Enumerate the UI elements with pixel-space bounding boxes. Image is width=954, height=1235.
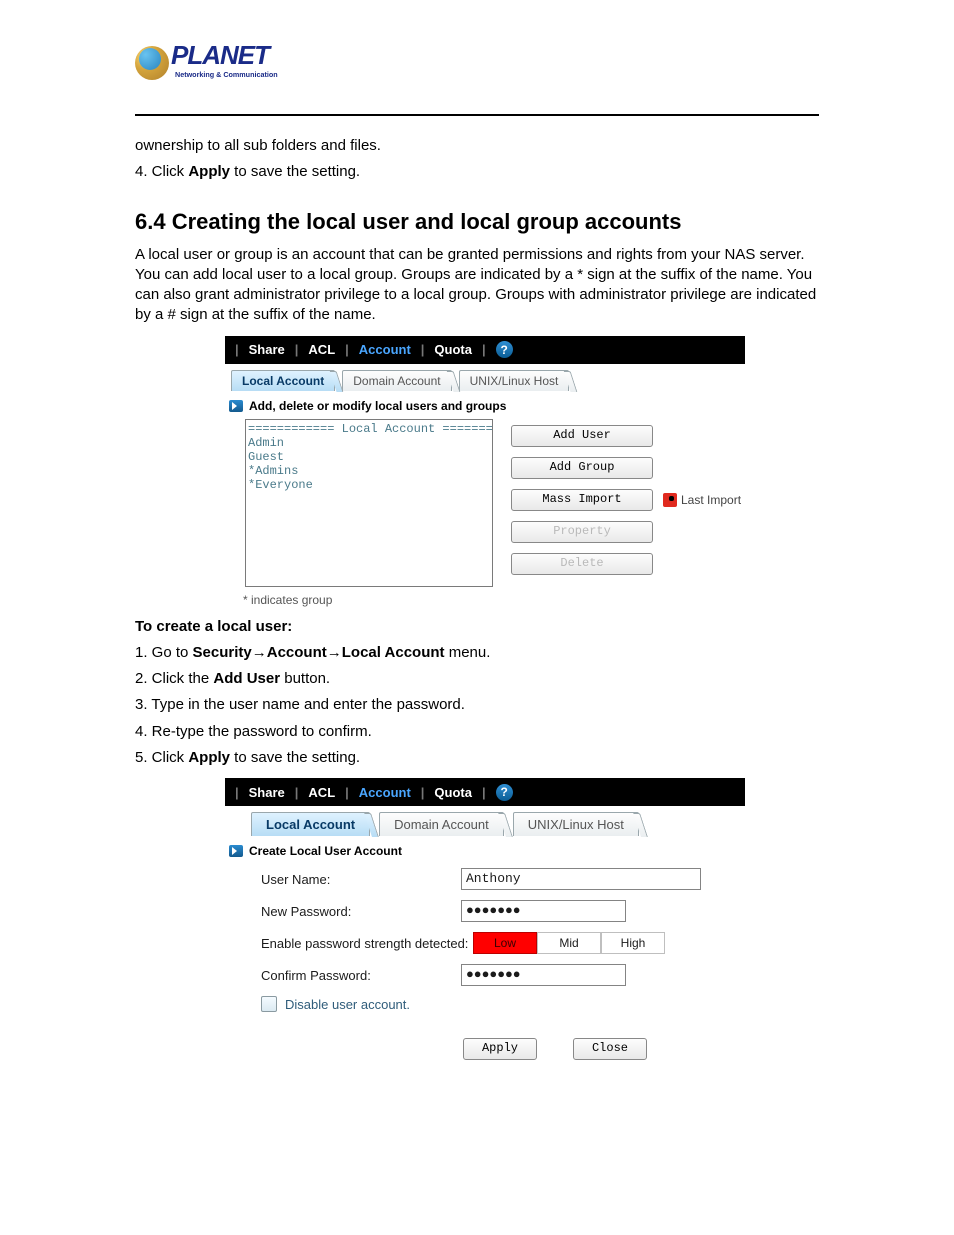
text: to save the setting. <box>230 163 360 180</box>
globe-icon <box>135 46 169 80</box>
step-3: 3. Type in the user name and enter the p… <box>135 695 819 715</box>
disable-user-label: Disable user account. <box>285 997 410 1012</box>
tab-local-account[interactable]: Local Account <box>251 812 370 836</box>
user-name-input[interactable]: Anthony <box>461 868 701 890</box>
topbar: | Share | ACL | Account | Quota | ? <box>225 336 745 364</box>
tab-acl[interactable]: ACL <box>300 342 343 357</box>
help-icon[interactable]: ? <box>496 341 513 358</box>
footnote: * indicates group <box>243 593 745 607</box>
text: to save the setting. <box>230 749 360 766</box>
tab-share[interactable]: Share <box>241 342 293 357</box>
sub-tabs: Local Account Domain Account UNIX/Linux … <box>251 812 745 836</box>
paragraph-ownership: ownership to all sub folders and files. <box>135 136 819 156</box>
arrow-icon <box>229 400 243 412</box>
new-password-input[interactable]: ●●●●●●● <box>461 900 626 922</box>
user-name-label: User Name: <box>261 872 461 887</box>
tab-quota[interactable]: Quota <box>426 342 480 357</box>
step-5: 5. Click Apply to save the setting. <box>135 748 819 768</box>
strength-mid: Mid <box>537 932 601 954</box>
add-group-button[interactable]: Add Group <box>511 457 653 479</box>
apply-button[interactable]: Apply <box>463 1038 537 1060</box>
disable-user-checkbox[interactable] <box>261 996 277 1012</box>
confirm-password-label: Confirm Password: <box>261 968 461 983</box>
logo-brand: PLANET <box>171 40 269 71</box>
new-password-label: New Password: <box>261 904 461 919</box>
tab-unix-host[interactable]: UNIX/Linux Host <box>459 370 570 391</box>
create-local-user-header: To create a local user: <box>135 617 819 637</box>
text: 5. Click <box>135 749 188 766</box>
step-1: 1. Go to Security→Account→Local Account … <box>135 643 819 663</box>
password-strength-meter: Low Mid High <box>473 932 665 954</box>
topbar: | Share | ACL | Account | Quota | ? <box>225 778 745 806</box>
text: 4. Click <box>135 163 188 180</box>
tab-acl[interactable]: ACL <box>300 785 343 800</box>
list-item[interactable]: *Everyone <box>248 478 490 492</box>
close-button[interactable]: Close <box>573 1038 647 1060</box>
strength-low: Low <box>473 932 537 954</box>
bold-apply: Apply <box>188 163 230 180</box>
tab-domain-account[interactable]: Domain Account <box>342 370 451 391</box>
tab-quota[interactable]: Quota <box>426 785 480 800</box>
bold: Apply <box>188 749 230 766</box>
last-import-link[interactable]: Last Import <box>663 493 741 507</box>
list-item[interactable]: Admin <box>248 436 490 450</box>
strength-high: High <box>601 932 665 954</box>
help-icon[interactable]: ? <box>496 784 513 801</box>
screenshot-account-list: | Share | ACL | Account | Quota | ? Loca… <box>225 336 745 607</box>
tab-domain-account[interactable]: Domain Account <box>379 812 504 836</box>
text: 2. Click the <box>135 670 213 687</box>
section-title: Add, delete or modify local users and gr… <box>249 399 506 413</box>
sub-tabs: Local Account Domain Account UNIX/Linux … <box>231 370 745 391</box>
tab-unix-host[interactable]: UNIX/Linux Host <box>513 812 639 836</box>
arrow-icon <box>229 845 243 857</box>
bold: Security <box>193 644 252 661</box>
add-user-button[interactable]: Add User <box>511 425 653 447</box>
bold: Account <box>267 644 327 661</box>
paragraph-apply-4: 4. Click Apply to save the setting. <box>135 162 819 182</box>
tab-share[interactable]: Share <box>241 785 293 800</box>
strength-label: Enable password strength detected: <box>261 936 473 951</box>
confirm-password-input[interactable]: ●●●●●●● <box>461 964 626 986</box>
section-title: Create Local User Account <box>249 844 402 858</box>
tab-local-account[interactable]: Local Account <box>231 370 335 391</box>
logo-tagline: Networking & Communication <box>175 70 278 79</box>
account-listbox[interactable]: ============ Local Account =============… <box>245 419 493 587</box>
tab-account[interactable]: Account <box>351 785 419 800</box>
bold: Add User <box>213 670 280 687</box>
list-item[interactable]: *Admins <box>248 464 490 478</box>
property-button[interactable]: Property <box>511 521 653 543</box>
section-heading: 6.4 Creating the local user and local gr… <box>135 209 819 235</box>
listbox-header: ============ Local Account ============= <box>248 422 490 436</box>
mass-import-button[interactable]: Mass Import <box>511 489 653 511</box>
last-import-label: Last Import <box>681 493 741 507</box>
step-2: 2. Click the Add User button. <box>135 669 819 689</box>
list-item[interactable]: Guest <box>248 450 490 464</box>
paragraph-intro: A local user or group is an account that… <box>135 245 819 326</box>
last-import-icon <box>663 493 677 507</box>
text: button. <box>280 670 330 687</box>
logo: PLANET Networking & Communication <box>135 40 819 94</box>
step-4: 4. Re-type the password to confirm. <box>135 722 819 742</box>
delete-button[interactable]: Delete <box>511 553 653 575</box>
header-divider <box>135 114 819 116</box>
text: 1. Go to <box>135 644 193 661</box>
bold: Local Account <box>342 644 445 661</box>
text: menu. <box>445 644 491 661</box>
screenshot-create-user: | Share | ACL | Account | Quota | ? Loca… <box>225 778 745 1070</box>
tab-account[interactable]: Account <box>351 342 419 357</box>
